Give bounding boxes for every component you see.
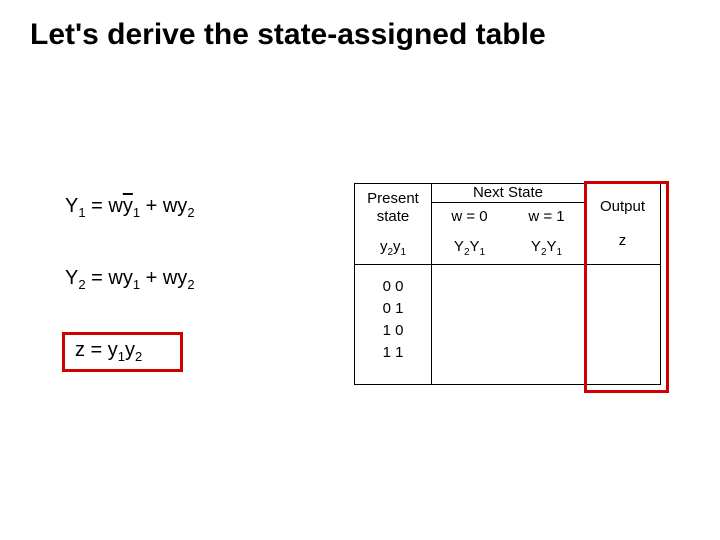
header-next-state: Next State <box>431 184 585 201</box>
page-title: Let's derive the state-assigned table <box>30 18 546 52</box>
eq-y2-w: w <box>108 267 122 289</box>
eq-y2-lhs: Y <box>65 267 78 289</box>
row-11: 1 1 <box>355 342 431 364</box>
header-ns-var-w0: Y2Y1 <box>431 238 508 258</box>
eq-y1-y2-sub: 2 <box>187 205 194 220</box>
row-00: 0 0 <box>355 276 431 298</box>
ps-var-sub1: 1 <box>401 247 407 258</box>
eq-y1-ybar: y <box>123 195 133 217</box>
eq-y2-y2-sub: 2 <box>187 277 194 292</box>
eq-y2-y1-sub: 1 <box>133 277 140 292</box>
slide: Let's derive the state-assigned table Y1… <box>0 0 720 540</box>
equation-y1: Y1 = wy1 + wy2 <box>65 195 195 220</box>
eq-z-lhs: z = y <box>75 339 118 361</box>
header-ns-var-w1: Y2Y1 <box>508 238 585 258</box>
ns0-var-sub1: 1 <box>480 247 486 258</box>
eq-y1-plus: + wy <box>140 195 187 217</box>
eq-z-sub2: 2 <box>135 349 142 364</box>
ns1-var-Y: Y <box>531 238 541 255</box>
header-present-1: Present <box>355 190 431 207</box>
ns0-var-Y: Y <box>454 238 464 255</box>
table-hrule-nextstate <box>431 202 585 203</box>
equation-z: z = y1y2 <box>75 339 142 364</box>
equation-y2: Y2 = wy1 + wy2 <box>65 267 195 292</box>
eq-y1-lhs-sub: 1 <box>78 205 85 220</box>
eq-y1-eq: = w <box>86 195 123 217</box>
eq-z-sub1: 1 <box>118 349 125 364</box>
eq-y2-eq: = <box>86 267 109 289</box>
ns0-var-Y2: Y <box>470 238 480 255</box>
header-w1: w = 1 <box>508 208 585 225</box>
eq-z-y2: y <box>125 339 135 361</box>
eq-y1-ybar-sub: 1 <box>133 205 140 220</box>
header-w0: w = 0 <box>431 208 508 225</box>
ns1-var-sub1: 1 <box>557 247 563 258</box>
header-ps-var: y2y1 <box>355 238 431 258</box>
eq-y2-plus: + wy <box>140 267 187 289</box>
row-01: 0 1 <box>355 298 431 320</box>
highlight-box-output <box>584 181 669 393</box>
ps-var-y2: y <box>393 238 401 255</box>
ns1-var-Y2: Y <box>547 238 557 255</box>
header-present-2: state <box>355 208 431 225</box>
eq-y2-lhs-sub: 2 <box>78 277 85 292</box>
row-10: 1 0 <box>355 320 431 342</box>
eq-y1-lhs: Y <box>65 195 78 217</box>
eq-y2-y1: y <box>123 267 133 289</box>
